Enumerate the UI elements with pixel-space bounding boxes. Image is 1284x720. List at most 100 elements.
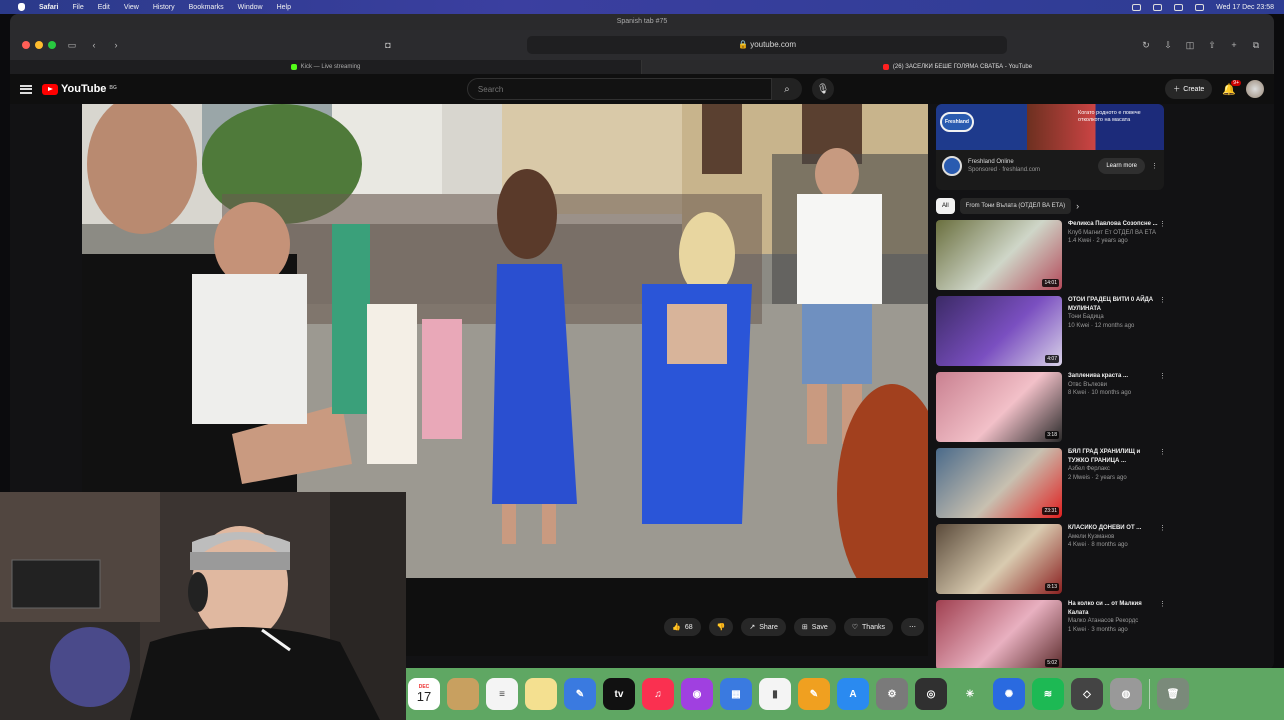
chip-all[interactable]: All	[936, 198, 955, 214]
share-button[interactable]: ↗ Share	[741, 618, 786, 636]
video-thumbnail[interactable]: 23:31	[936, 448, 1062, 518]
back-icon[interactable]: ‹	[88, 40, 100, 50]
utility-app[interactable]: ◇	[1071, 678, 1103, 710]
video-thumbnail[interactable]: 8:13	[936, 524, 1062, 594]
recommendation-item[interactable]: 8:13 КЛАСИКО ДОНЕВИ ОТ ... Амели Кузманов 4…	[936, 524, 1166, 594]
minimize-window-button[interactable]	[35, 41, 43, 49]
audio-app[interactable]: ✺	[993, 678, 1025, 710]
account-avatar[interactable]	[1246, 80, 1264, 98]
app-store-app[interactable]: A	[837, 678, 869, 710]
menu-item-help[interactable]: Help	[277, 4, 291, 11]
voice-search-button[interactable]: 🎙	[811, 78, 834, 100]
ad-menu-icon[interactable]: ⋮	[1151, 162, 1158, 170]
dislike-button[interactable]: 👎	[708, 618, 734, 636]
video-menu-icon[interactable]: ⋮	[1159, 296, 1166, 306]
notifications-button[interactable]: 🔔 9+	[1222, 79, 1241, 96]
tab-bar: Kick — Live streaming (26) ЗАСЕЛКИ БЕШЕ Г…	[10, 60, 1274, 74]
youtube-logo[interactable]: YouTube BG	[42, 83, 117, 95]
music-app[interactable]: ♫	[642, 678, 674, 710]
video-title[interactable]: Запленива краста ...	[1068, 372, 1158, 381]
video-title[interactable]: КЛАСИКО ДОНЕВИ ОТ ...	[1068, 524, 1158, 533]
hamburger-menu-icon[interactable]	[20, 84, 32, 94]
menu-item-history[interactable]: History	[153, 4, 175, 11]
wifi-icon[interactable]	[1174, 3, 1184, 11]
recommendation-item[interactable]: 3:18 Запленива краста ... Отвс Вълкови 8 Kw…	[936, 372, 1166, 442]
video-menu-icon[interactable]: ⋮	[1159, 372, 1166, 382]
notes-app[interactable]	[447, 678, 479, 710]
zoom-window-button[interactable]	[48, 41, 56, 49]
extensions-icon[interactable]: ◫	[1184, 40, 1196, 50]
video-thumbnail[interactable]: 3:18	[936, 372, 1062, 442]
video-menu-icon[interactable]: ⋮	[1159, 448, 1166, 458]
search-input[interactable]	[466, 78, 772, 100]
new-tab-icon[interactable]: +	[1228, 40, 1240, 50]
more-actions-button[interactable]: ⋯	[901, 618, 924, 636]
apple-menu-icon[interactable]	[18, 3, 25, 11]
forward-icon[interactable]: ›	[110, 40, 122, 50]
lock-icon: 🔒	[737, 40, 748, 49]
system-settings-app[interactable]: ⚙	[876, 678, 908, 710]
disk-utility-app[interactable]: ◍	[1110, 678, 1142, 710]
chevron-right-icon[interactable]: ›	[1076, 201, 1079, 211]
video-menu-icon[interactable]: ⋮	[1159, 600, 1166, 610]
download-icon[interactable]: ⇩	[1162, 40, 1174, 50]
menu-item-view[interactable]: View	[124, 4, 139, 11]
recommendation-item[interactable]: 5:02 На колко си ... от Малкия Калата Малк…	[936, 600, 1166, 670]
privacy-shield-icon[interactable]: ◘	[382, 40, 394, 50]
menu-item-safari[interactable]: Safari	[39, 4, 58, 11]
like-button[interactable]: 👍 68	[664, 618, 701, 636]
recommendations-sidebar: Freshland Когато родното е повече отколк…	[936, 104, 1166, 670]
control-center-icon[interactable]	[1195, 3, 1205, 11]
sidebar-toggle-icon[interactable]: ▭	[66, 40, 78, 50]
spotify-app[interactable]: ≋	[1032, 678, 1064, 710]
trash-app[interactable]: 🗑	[1157, 678, 1189, 710]
create-button[interactable]: ＋ Create	[1165, 79, 1213, 99]
ad-card[interactable]: Freshland Когато родното е повече отколк…	[936, 104, 1164, 190]
ad-banner[interactable]: Freshland Когато родното е повече отколк…	[936, 104, 1164, 150]
numbers-app[interactable]: ▮	[759, 678, 791, 710]
gemini-app[interactable]: ✳	[954, 678, 986, 710]
menu-item-bookmarks[interactable]: Bookmarks	[189, 4, 224, 11]
video-title[interactable]: Феликса Павлова Созопсне ...	[1068, 220, 1158, 229]
browser-tab[interactable]: Kick — Live streaming	[10, 60, 642, 74]
video-title[interactable]: БЯЛ ГРАД ХРАНИЛИЩ и ТУЖКО ГРАНИЦА ...	[1068, 448, 1158, 465]
tab-overview-icon[interactable]: ⧉	[1250, 40, 1262, 50]
youtube-region-label: BG	[109, 85, 117, 91]
freeform-app[interactable]: ✎	[564, 678, 596, 710]
battery-icon[interactable]	[1153, 3, 1163, 11]
video-thumbnail[interactable]: 14:01	[936, 220, 1062, 290]
reload-icon[interactable]: ↻	[1140, 40, 1152, 50]
podcasts-app[interactable]: ◉	[681, 678, 713, 710]
tv-app[interactable]: tv	[603, 678, 635, 710]
share-icon[interactable]: ⇧	[1206, 40, 1218, 50]
menu-item-edit[interactable]: Edit	[98, 4, 110, 11]
chip-from-channel[interactable]: From Тони Вълата (ОТДЕЛ ВА ЕТА)	[959, 198, 1072, 214]
video-title[interactable]: На колко си ... от Малкия Калата	[1068, 600, 1158, 617]
advertiser-logo[interactable]	[942, 156, 962, 176]
display-icon[interactable]	[1132, 3, 1142, 11]
menu-bar-clock[interactable]: Wed 17 Dec 23:58	[1216, 4, 1274, 11]
video-menu-icon[interactable]: ⋮	[1159, 524, 1166, 534]
stickies-app[interactable]	[525, 678, 557, 710]
pages-app[interactable]: ✎	[798, 678, 830, 710]
browser-tab[interactable]: (26) ЗАСЕЛКИ БЕШЕ ГОЛЯМА СВАТБА - YouTub…	[642, 60, 1274, 74]
obs-app[interactable]: ◎	[915, 678, 947, 710]
address-bar[interactable]: 🔒 youtube.com	[527, 36, 1007, 54]
thanks-button[interactable]: ♡ Thanks	[843, 618, 893, 636]
recommendation-item[interactable]: 4:07 ОТОИ ГРАДЕЦ ВИТИ 0 АЙДА МУЛИНАТА Тони…	[936, 296, 1166, 366]
search-button[interactable]: ⌕	[771, 78, 802, 100]
menu-item-file[interactable]: File	[72, 4, 83, 11]
video-thumbnail[interactable]: 5:02	[936, 600, 1062, 670]
reminders-app[interactable]: ≡	[486, 678, 518, 710]
learn-more-button[interactable]: Learn more	[1098, 158, 1145, 174]
close-window-button[interactable]	[22, 41, 30, 49]
video-thumbnail[interactable]: 4:07	[936, 296, 1062, 366]
recommendation-item[interactable]: 23:31 БЯЛ ГРАД ХРАНИЛИЩ и ТУЖКО ГРАНИЦА .…	[936, 448, 1166, 518]
video-title[interactable]: ОТОИ ГРАДЕЦ ВИТИ 0 АЙДА МУЛИНАТА	[1068, 296, 1158, 313]
menu-item-window[interactable]: Window	[238, 4, 263, 11]
recommendation-item[interactable]: 14:01 Феликса Павлова Созопсне ... Клуб Ма…	[936, 220, 1166, 290]
calendar-app[interactable]: DEC 17	[408, 678, 440, 710]
save-button[interactable]: ⊞ Save	[793, 618, 836, 636]
keynote-app[interactable]: ▦	[720, 678, 752, 710]
video-menu-icon[interactable]: ⋮	[1159, 220, 1166, 230]
